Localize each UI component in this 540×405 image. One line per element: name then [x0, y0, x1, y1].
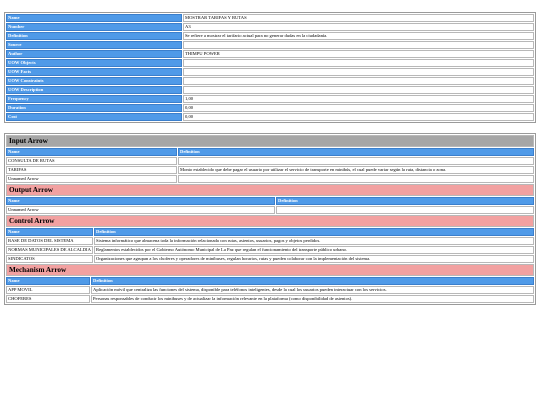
table-row: UOW Constraints — [6, 77, 534, 85]
input-arrow-name-header: Name — [6, 148, 177, 156]
output-arrow-definition-header: Definition — [276, 197, 534, 205]
property-label: Duration — [6, 104, 182, 112]
control-arrow-name: SINDICATOS — [6, 255, 93, 263]
table-row: BASE DE DATOS DEL SISTEMA Sistema inform… — [6, 237, 534, 245]
property-value: A3 — [183, 23, 534, 31]
table-row: Duration 0,00 — [6, 104, 534, 112]
property-label: UOW Objects — [6, 59, 182, 67]
property-value: 1,00 — [183, 95, 534, 103]
mechanism-arrow-name: APP MOVIL — [6, 286, 90, 294]
arrows-table: Input Arrow Name Definition CONSULTA DE … — [4, 133, 536, 305]
property-label: Name — [6, 14, 182, 22]
mechanism-arrow-definition: Personas responsables de conducir los mi… — [91, 295, 534, 303]
table-row: Unnamed Arrow — [6, 206, 534, 214]
property-value — [183, 68, 534, 76]
control-arrow-definition: Sistema informático que almacena toda la… — [94, 237, 534, 245]
table-row: UOW Description — [6, 86, 534, 94]
property-value: THIMPU POWER — [183, 50, 534, 58]
property-value: Se refiere a mostrar el tarifario actual… — [183, 32, 534, 40]
property-value — [183, 77, 534, 85]
table-row: Frequency 1,00 — [6, 95, 534, 103]
property-value — [183, 86, 534, 94]
property-label: Number — [6, 23, 182, 31]
input-arrow-definition — [178, 175, 534, 183]
mechanism-arrow-definition-header: Definition — [91, 277, 534, 285]
table-row: Number A3 — [6, 23, 534, 31]
property-value: 0,00 — [183, 113, 534, 121]
input-arrow-name: CONSULTA DE RUTAS — [6, 157, 177, 165]
input-arrow-name: Unnamed Arrow — [6, 175, 177, 183]
table-row: CONSULTA DE RUTAS — [6, 157, 534, 165]
table-row: UOW Objects — [6, 59, 534, 67]
input-arrow-name: TARIFAS — [6, 166, 177, 174]
control-arrow-name: BASE DE DATOS DEL SISTEMA — [6, 237, 93, 245]
table-row: Cost 0,00 — [6, 113, 534, 121]
property-label: Frequency — [6, 95, 182, 103]
table-row: CHOFERES Personas responsables de conduc… — [6, 295, 534, 303]
input-arrow-definition: Monto establecido que debe pagar el usua… — [178, 166, 534, 174]
property-value — [183, 59, 534, 67]
mechanism-arrow-definition: Aplicación móvil que centraliza las func… — [91, 286, 534, 294]
input-arrow-definition-header: Definition — [178, 148, 534, 156]
property-label: Source — [6, 41, 182, 49]
property-label: UOW Description — [6, 86, 182, 94]
output-arrow-name-header: Name — [6, 197, 275, 205]
control-arrow-section-title: Control Arrow — [6, 215, 534, 227]
mechanism-arrow-name: CHOFERES — [6, 295, 90, 303]
table-row: NORMAS MUNICIPALES DE ALCALDIA Reglament… — [6, 246, 534, 254]
table-row: Author THIMPU POWER — [6, 50, 534, 58]
input-arrow-section-title: Input Arrow — [6, 135, 534, 147]
control-arrow-definition: Organizaciones que agrupan a los chofere… — [94, 255, 534, 263]
property-label: UOW Facts — [6, 68, 182, 76]
mechanism-arrow-section-title: Mechanism Arrow — [6, 264, 534, 276]
table-row: Source — [6, 41, 534, 49]
control-arrow-name-header: Name — [6, 228, 93, 236]
table-row: APP MOVIL Aplicación móvil que centraliz… — [6, 286, 534, 294]
control-arrow-definition-header: Definition — [94, 228, 534, 236]
input-arrow-definition — [178, 157, 534, 165]
property-label: Definition — [6, 32, 182, 40]
control-arrow-name: NORMAS MUNICIPALES DE ALCALDIA — [6, 246, 93, 254]
output-arrow-section-title: Output Arrow — [6, 184, 534, 196]
mechanism-arrow-name-header: Name — [6, 277, 90, 285]
table-row: Name MOSTRAR TARIFAS Y RUTAS — [6, 14, 534, 22]
property-value — [183, 41, 534, 49]
property-label: UOW Constraints — [6, 77, 182, 85]
property-value: 0,00 — [183, 104, 534, 112]
output-arrow-definition — [276, 206, 534, 214]
function-properties-table: Name MOSTRAR TARIFAS Y RUTAS Number A3 Defin… — [4, 12, 536, 123]
output-arrow-name: Unnamed Arrow — [6, 206, 275, 214]
table-row: Definition Se refiere a mostrar el tarifa… — [6, 32, 534, 40]
property-label: Cost — [6, 113, 182, 121]
table-row: SINDICATOS Organizaciones que agrupan a … — [6, 255, 534, 263]
table-row: Unnamed Arrow — [6, 175, 534, 183]
property-label: Author — [6, 50, 182, 58]
table-row: UOW Facts — [6, 68, 534, 76]
control-arrow-definition: Reglamentos establecidos por el Gobierno… — [94, 246, 534, 254]
table-row: TARIFAS Monto establecido que debe pagar… — [6, 166, 534, 174]
property-value: MOSTRAR TARIFAS Y RUTAS — [183, 14, 534, 22]
